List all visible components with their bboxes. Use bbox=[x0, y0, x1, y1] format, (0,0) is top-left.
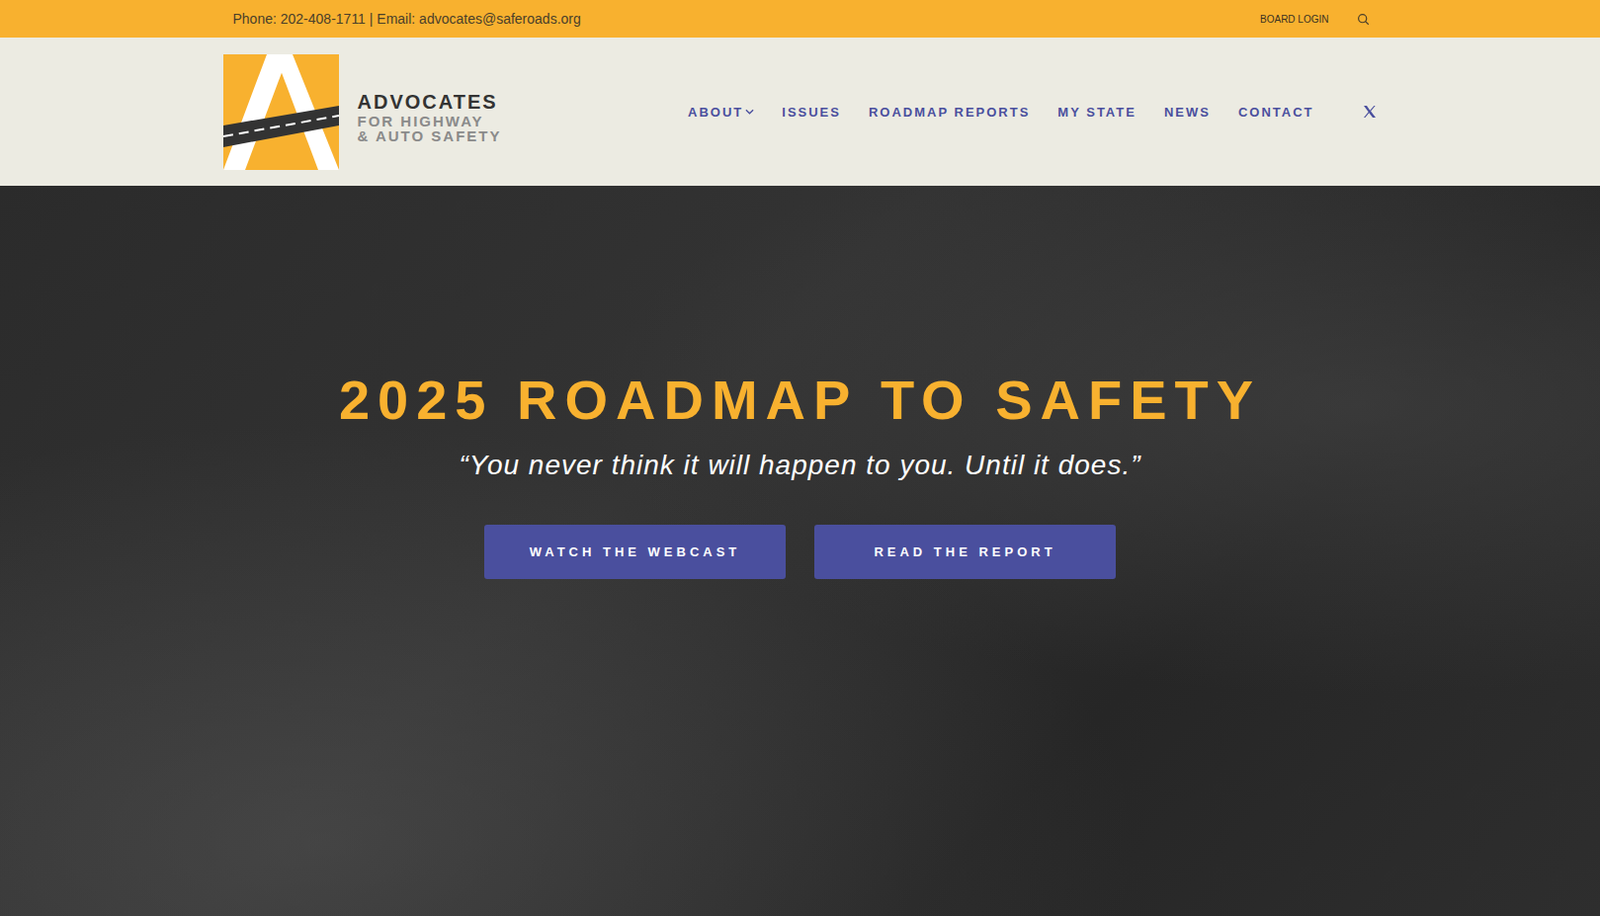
nav-item[interactable]: ABOUT bbox=[687, 104, 755, 120]
hero-quote: “You never think it will happen to you. … bbox=[458, 449, 1141, 482]
nav-item[interactable]: CONTACT bbox=[1238, 104, 1315, 120]
logo-line: ADVOCATES bbox=[357, 91, 503, 112]
logo[interactable]: ADVOCATESFOR HIGHWAY& AUTO SAFETY bbox=[223, 54, 503, 170]
nav-item[interactable]: MY STATE bbox=[1057, 104, 1137, 120]
contact-info: Phone: 202-408-1711 | Email: advocates@s… bbox=[233, 10, 582, 27]
logo-line: FOR HIGHWAY bbox=[357, 113, 503, 129]
chevron-down-icon bbox=[745, 108, 755, 115]
road-a-logo-icon bbox=[223, 54, 339, 170]
logo-line: & AUTO SAFETY bbox=[357, 128, 503, 144]
search-icon[interactable] bbox=[1356, 12, 1370, 26]
hero: 2025 ROADMAP TO SAFETY “You never think i… bbox=[0, 185, 1600, 916]
x-logo-icon[interactable] bbox=[1361, 103, 1378, 120]
nav-item[interactable]: NEWS bbox=[1164, 104, 1211, 120]
nav-item[interactable]: ROADMAP REPORTS bbox=[868, 104, 1030, 120]
site-header: ADVOCATESFOR HIGHWAY& AUTO SAFETY ABOUT IS… bbox=[0, 37, 1600, 186]
page: Phone: 202-408-1711 | Email: advocates@s… bbox=[0, 0, 1600, 916]
hero-background-photo bbox=[0, 185, 1600, 916]
logo-text: ADVOCATESFOR HIGHWAY& AUTO SAFETY bbox=[357, 91, 503, 144]
top-bar: Phone: 202-408-1711 | Email: advocates@s… bbox=[0, 0, 1600, 38]
main-nav: ABOUT ISSUES ROADMAP REPORTS MY STATE NEWS CO… bbox=[687, 103, 1377, 120]
hero-title: 2025 ROADMAP TO SAFETY bbox=[338, 368, 1262, 432]
nav-item[interactable]: ISSUES bbox=[781, 104, 842, 120]
hero-buttons: WATCH THE WEBCAST READ THE REPORT bbox=[484, 524, 1116, 580]
board-login-link[interactable]: BOARD LOGIN bbox=[1260, 13, 1329, 25]
hero-button[interactable]: READ THE REPORT bbox=[814, 524, 1116, 580]
hero-button[interactable]: WATCH THE WEBCAST bbox=[484, 524, 786, 580]
